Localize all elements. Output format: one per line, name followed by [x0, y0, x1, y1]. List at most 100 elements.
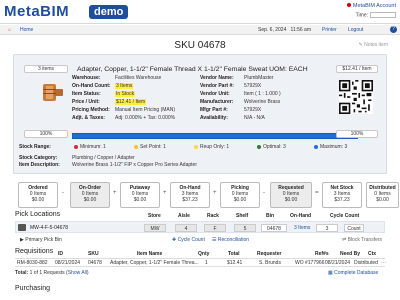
block-transfers-link[interactable]: ⇌ Block Transfers	[342, 237, 382, 243]
complete-database-link[interactable]: ▦ Complete Database	[328, 270, 378, 276]
req-requester: S. Brunds	[259, 260, 281, 266]
req-more-icon[interactable]: ⋯	[381, 260, 386, 266]
flow-ordered-amt: $0.00	[31, 197, 45, 203]
req-qty: 1	[205, 260, 208, 266]
flow-ordered[interactable]: Ordered 0 Items $0.00	[18, 182, 58, 208]
cycle-count-link[interactable]: ✚ Cycle Count	[172, 237, 205, 243]
unit-price-chip: $12.41 / Item	[336, 65, 378, 73]
warehouse-value: Facilities Warehouse	[115, 75, 162, 81]
show-all-link[interactable]: Show All	[68, 270, 87, 276]
req-total-label: Total:	[15, 270, 29, 276]
notes-label[interactable]: Notes item	[364, 42, 388, 48]
legend-minimum-label: Minimum: 1	[80, 144, 106, 150]
availability-label: Availability:	[200, 115, 228, 121]
aisle-cell: 4	[175, 224, 197, 232]
reconciliation-link-label[interactable]: Reconciliation	[218, 237, 249, 243]
flow-putaway-amt: $0.00	[133, 197, 147, 203]
count-button[interactable]: Count	[344, 224, 364, 232]
vendor-part-label: Vendor Part #:	[200, 83, 234, 89]
legend-optimal: Optimal: 3	[257, 144, 286, 150]
product-title: Adapter, Copper, 1-1/2" Female Thread X …	[77, 66, 308, 73]
pick-location-row[interactable]: MW-4-F-5-04678 MW 4 F 5 04678 3 Items 3 …	[15, 221, 385, 233]
onhand-cell[interactable]: 3 Items	[294, 225, 310, 231]
price-label: Price / Unit:	[72, 99, 100, 105]
notes-item-link[interactable]: ✎ Notes item	[359, 42, 389, 48]
req-col-total: Total	[228, 251, 240, 257]
legend-reup-label: Reup Only: 1	[200, 144, 230, 150]
store-cell: MW	[144, 224, 166, 232]
pricing-method-label: Pricing Method:	[72, 107, 110, 113]
legend-maximum: Maximum: 3	[314, 144, 347, 150]
flow-op-4: +	[213, 190, 217, 196]
req-total: $12.41	[227, 260, 243, 266]
price-value: $12.41 / Item	[115, 99, 147, 105]
stock-range-label: Stock Range:	[19, 144, 51, 150]
flow-distributed[interactable]: Distributed 0 Items $0.00	[366, 182, 399, 208]
flow-picking-amt: $0.00	[233, 197, 247, 203]
cycle-count-link-label[interactable]: Cycle Count	[178, 237, 205, 243]
pick-location-code[interactable]: MW-4-F-5-04678	[30, 225, 68, 231]
req-status: Distributed	[354, 260, 378, 266]
flow-on-hand[interactable]: On-Hand 3 Items $37.23	[170, 182, 210, 208]
flow-op-6: =	[315, 190, 319, 196]
flow-requested-amt: $0.00	[284, 197, 298, 203]
account-link-label[interactable]: MetaBIM Account	[353, 3, 396, 9]
app-logo[interactable]: MetaBIM	[4, 3, 69, 20]
timer-field	[370, 12, 396, 18]
onhand-value: 3 Items	[115, 83, 134, 89]
flow-requested[interactable]: Requested 0 Items $0.00	[270, 182, 312, 208]
flow-picking[interactable]: Picking 0 Items $0.00	[220, 182, 260, 208]
flow-op-1: -	[62, 190, 64, 196]
item-description-label: Item Description:	[19, 162, 60, 168]
requisition-row[interactable]: RM-8030-882 08/21/2024 04678 Adapter, Co…	[15, 258, 386, 267]
vendor-name-value: PlumbMaster	[244, 75, 274, 81]
pct-left-chip: 100%	[24, 130, 68, 138]
legend-optimal-label: Optimal: 3	[263, 144, 286, 150]
nav-bar: ⌂ Home Sep. 6, 2024 11:56 am Printer Log…	[0, 25, 400, 35]
home-icon[interactable]: ⌂	[8, 27, 11, 33]
col-onhand: On-Hand	[290, 213, 312, 219]
flow-net-stock[interactable]: Net Stock 3 Items $37.23	[322, 182, 362, 208]
vendor-name-label: Vendor Name:	[200, 75, 234, 81]
flow-distributed-amt: $0.00	[376, 197, 389, 203]
flow-on-order[interactable]: On-Order 0 Items $0.00	[70, 182, 110, 208]
col-aisle: Aisle	[178, 213, 190, 219]
req-id[interactable]: RM-8030-882	[17, 260, 48, 266]
req-total-count: Total: 1 of 1 Requests (Show All)	[15, 270, 89, 276]
block-transfers-label[interactable]: Block Transfers	[348, 237, 382, 243]
reconciliation-link[interactable]: ☰ Reconciliation	[212, 237, 249, 243]
req-total-value: 1 of 1 Requests	[29, 270, 65, 276]
help-icon[interactable]: ?	[390, 26, 397, 33]
complete-database-label[interactable]: Complete Database	[334, 270, 378, 276]
col-shelf: Shelf	[236, 213, 249, 219]
session-timer: Time:	[356, 12, 396, 18]
primary-pick-label: Primary Pick Bin	[25, 237, 62, 243]
flow-op-5: -	[263, 190, 265, 196]
req-col-need-by: Need By	[340, 251, 361, 257]
stock-progress-bar	[72, 133, 358, 139]
vendor-unit-value: Item ( 1 : 1.000 )	[244, 91, 281, 97]
stock-category-value: Plumbing / Copper / Adapter	[72, 155, 135, 161]
req-sku: 04678	[88, 260, 102, 266]
rack-cell: F	[204, 224, 226, 232]
cycle-count-input[interactable]: 3	[316, 224, 338, 232]
availability-value: N/A - N/A	[244, 115, 265, 121]
legend-set-point: Set Point: 1	[134, 144, 166, 150]
legend-minimum: Minimum: 1	[74, 144, 106, 150]
bin-icon	[18, 224, 26, 231]
req-col-requester: Requester	[257, 251, 282, 257]
legend-set-point-label: Set Point: 1	[140, 144, 166, 150]
printer-link[interactable]: Printer	[322, 27, 337, 33]
logout-link[interactable]: Logout	[348, 27, 363, 33]
home-link[interactable]: Home	[20, 27, 33, 33]
vendor-part-value: 57929X	[244, 83, 262, 89]
minimum-dot-icon	[74, 144, 78, 149]
requisitions-title: Requisitions	[15, 248, 54, 255]
item-count-chip: 3 items	[24, 65, 68, 73]
account-link[interactable]: MetaBIM Account	[346, 3, 396, 9]
flow-putaway[interactable]: Putaway 0 Items $0.00	[120, 182, 160, 208]
date-text: Sep. 6, 2024	[258, 27, 287, 33]
pick-locations-title: Pick Locations	[15, 211, 61, 218]
legend-reup: Reup Only: 1	[194, 144, 229, 150]
current-date: Sep. 6, 2024 11:56 am	[258, 27, 311, 33]
